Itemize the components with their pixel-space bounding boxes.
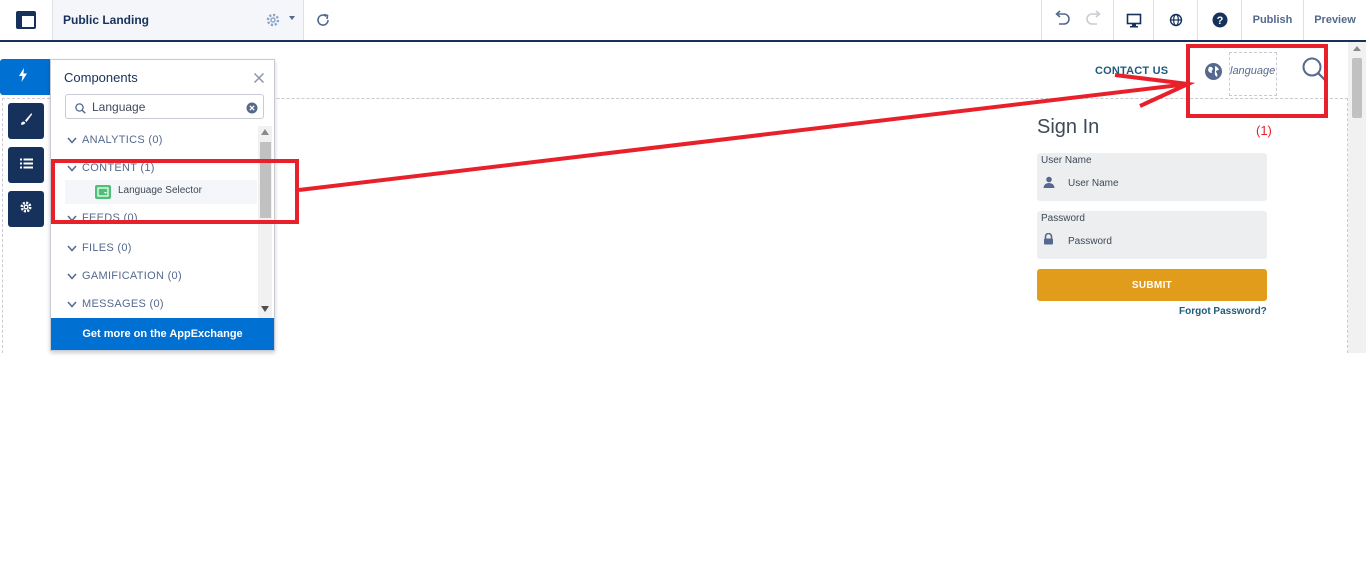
page-selector[interactable]: Public Landing	[52, 0, 304, 40]
password-field[interactable]: Password Password	[1037, 211, 1267, 259]
desktop-preview-icon[interactable]	[1113, 0, 1153, 40]
password-input[interactable]: Password	[1068, 236, 1112, 247]
component-search-value[interactable]: Language	[92, 100, 145, 114]
svg-text:?: ?	[1216, 15, 1223, 27]
chevron-down-icon	[67, 245, 77, 252]
annotation-box-content	[51, 159, 299, 224]
scroll-up-icon[interactable]	[261, 129, 269, 135]
annotation-box-language	[1186, 44, 1328, 118]
builder-topbar: Public Landing ? Publish Preview	[0, 0, 1366, 42]
forgot-password-link[interactable]: Forgot Password?	[1179, 306, 1267, 317]
redo-icon[interactable]	[1085, 9, 1103, 31]
category-messages[interactable]: MESSAGES (0)	[67, 298, 164, 310]
chevron-down-icon	[67, 301, 77, 308]
signin-title: Sign In	[1037, 116, 1100, 138]
appexchange-link[interactable]: Get more on the AppExchange	[51, 318, 274, 350]
category-analytics[interactable]: ANALYTICS (0)	[67, 134, 163, 146]
lightning-icon	[18, 67, 28, 87]
scroll-up-icon[interactable]	[1353, 46, 1361, 51]
username-field[interactable]: User Name User Name	[1037, 153, 1267, 201]
canvas-scrollbar-thumb[interactable]	[1352, 58, 1362, 118]
preview-button[interactable]: Preview	[1303, 0, 1366, 40]
undo-redo-group	[1041, 0, 1113, 40]
username-input[interactable]: User Name	[1068, 178, 1119, 189]
search-icon	[75, 101, 86, 119]
category-label: MESSAGES (0)	[82, 298, 164, 310]
globe-icon[interactable]	[1153, 0, 1197, 40]
category-gamification[interactable]: GAMIFICATION (0)	[67, 270, 182, 282]
category-files[interactable]: FILES (0)	[67, 242, 132, 254]
password-label: Password	[1041, 213, 1085, 224]
panel-title: Components	[64, 70, 138, 85]
gear-icon	[19, 200, 33, 219]
component-search-input[interactable]: Language	[65, 94, 264, 119]
clear-search-icon[interactable]	[246, 101, 258, 119]
layout-icon[interactable]	[0, 0, 52, 40]
page-name: Public Landing	[63, 13, 149, 27]
publish-button[interactable]: Publish	[1241, 0, 1303, 40]
category-label: GAMIFICATION (0)	[82, 270, 182, 282]
category-label: FILES (0)	[82, 242, 132, 254]
annotation-label: (1)	[1256, 123, 1272, 138]
refresh-icon[interactable]	[314, 11, 332, 34]
submit-button[interactable]: SUBMIT	[1037, 269, 1267, 301]
page-structure-tab[interactable]	[8, 147, 44, 183]
undo-icon[interactable]	[1053, 9, 1071, 31]
scroll-down-icon[interactable]	[261, 306, 269, 312]
components-tab[interactable]	[0, 59, 54, 95]
theme-tab[interactable]	[8, 103, 44, 139]
username-label: User Name	[1041, 155, 1092, 166]
chevron-down-icon[interactable]	[289, 16, 295, 20]
brush-icon	[19, 112, 33, 131]
settings-tab[interactable]	[8, 191, 44, 227]
category-label: ANALYTICS (0)	[82, 134, 163, 146]
chevron-down-icon	[67, 273, 77, 280]
list-icon	[19, 156, 33, 174]
user-icon	[1043, 175, 1055, 193]
chevron-down-icon	[67, 137, 77, 144]
contact-us-link[interactable]: CONTACT US	[1095, 65, 1168, 77]
lock-icon	[1043, 232, 1054, 250]
close-icon[interactable]	[253, 71, 265, 89]
help-icon[interactable]: ?	[1197, 0, 1241, 40]
page-settings-gear-icon[interactable]	[265, 12, 281, 33]
